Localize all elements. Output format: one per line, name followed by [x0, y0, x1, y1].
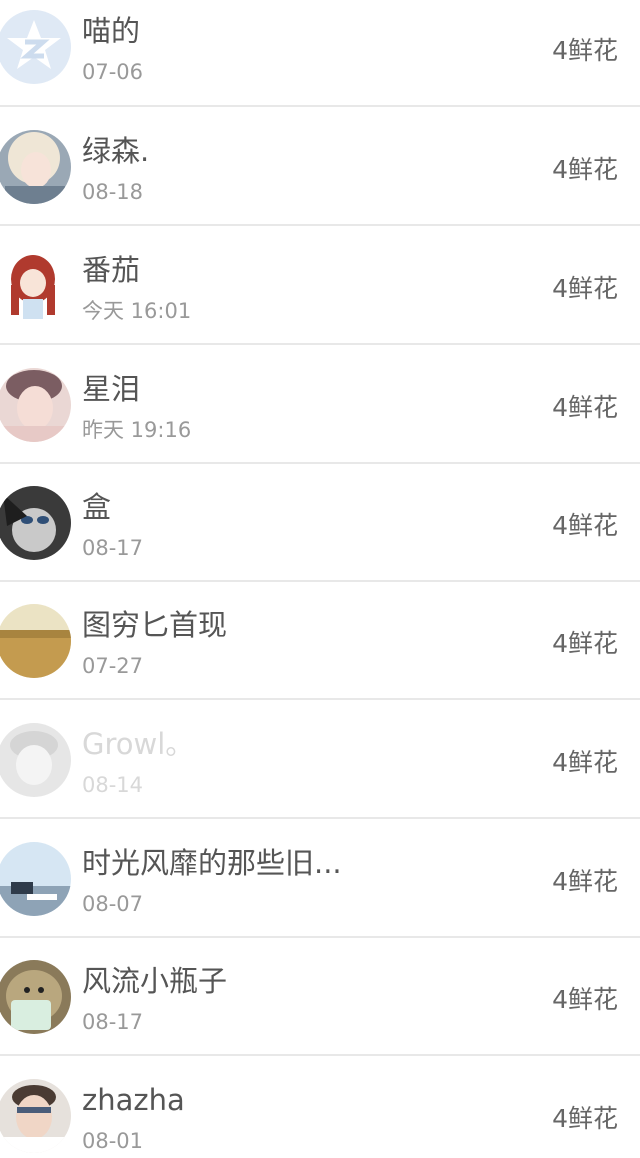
time-stamp: 08-18 — [82, 180, 144, 204]
avatar[interactable] — [0, 1079, 71, 1153]
time-stamp: 07-06 — [82, 60, 144, 84]
gift-count: 4鲜花 — [552, 867, 618, 896]
time-stamp: 昨天 19:16 — [82, 418, 192, 442]
user-name: 喵的 — [82, 14, 141, 48]
avatar[interactable] — [0, 130, 71, 204]
time-stamp: 08-07 — [82, 892, 144, 916]
list-item[interactable]: Growl。 08-14 4鲜花 — [0, 701, 640, 819]
avatar[interactable] — [0, 249, 71, 323]
list-item[interactable]: 风流小瓶子 08-17 4鲜花 — [0, 938, 640, 1056]
time-stamp: 08-17 — [82, 536, 144, 560]
gift-count: 4鲜花 — [552, 393, 618, 422]
user-name: 星泪 — [82, 372, 141, 406]
avatar[interactable] — [0, 10, 71, 84]
time-stamp: 08-17 — [82, 1010, 144, 1034]
list-item[interactable]: zhazha 08-01 4鲜花 — [0, 1057, 640, 1158]
list-item[interactable]: 番茄 今天 16:01 4鲜花 — [0, 227, 640, 345]
list-item[interactable]: 喵的 07-06 4鲜花 — [0, 0, 640, 107]
avatar[interactable] — [0, 368, 71, 442]
user-name: Growl。 — [82, 727, 195, 761]
avatar[interactable] — [0, 486, 71, 560]
gift-count: 4鲜花 — [552, 274, 618, 303]
list-item[interactable]: 盒 08-17 4鲜花 — [0, 464, 640, 582]
user-name: 盒 — [82, 490, 112, 524]
user-name: 绿森. — [82, 134, 150, 168]
avatar[interactable] — [0, 960, 71, 1034]
gift-count: 4鲜花 — [552, 629, 618, 658]
gift-count: 4鲜花 — [552, 36, 618, 65]
user-name: 时光风靡的那些旧... — [82, 846, 342, 880]
list-item[interactable]: 绿森. 08-18 4鲜花 — [0, 108, 640, 226]
user-name: zhazha — [82, 1083, 185, 1117]
user-name: 风流小瓶子 — [82, 964, 228, 998]
gift-count: 4鲜花 — [552, 511, 618, 540]
time-stamp: 今天 16:01 — [82, 299, 192, 323]
avatar[interactable] — [0, 723, 71, 797]
list-item[interactable]: 星泪 昨天 19:16 4鲜花 — [0, 346, 640, 464]
time-stamp: 07-27 — [82, 654, 144, 678]
flower-gift-list: 喵的 07-06 4鲜花 绿森. 08-18 4鲜花 番茄 今天 16:01 4… — [0, 0, 640, 1158]
gift-count: 4鲜花 — [552, 155, 618, 184]
time-stamp: 08-01 — [82, 1129, 144, 1153]
time-stamp: 08-14 — [82, 773, 144, 797]
user-name: 番茄 — [82, 253, 141, 287]
gift-count: 4鲜花 — [552, 1104, 618, 1133]
avatar[interactable] — [0, 604, 71, 678]
user-name: 图穷匕首现 — [82, 608, 228, 642]
gift-count: 4鲜花 — [552, 985, 618, 1014]
gift-count: 4鲜花 — [552, 748, 618, 777]
avatar[interactable] — [0, 842, 71, 916]
list-item[interactable]: 图穷匕首现 07-27 4鲜花 — [0, 582, 640, 700]
list-item[interactable]: 时光风靡的那些旧... 08-07 4鲜花 — [0, 820, 640, 938]
